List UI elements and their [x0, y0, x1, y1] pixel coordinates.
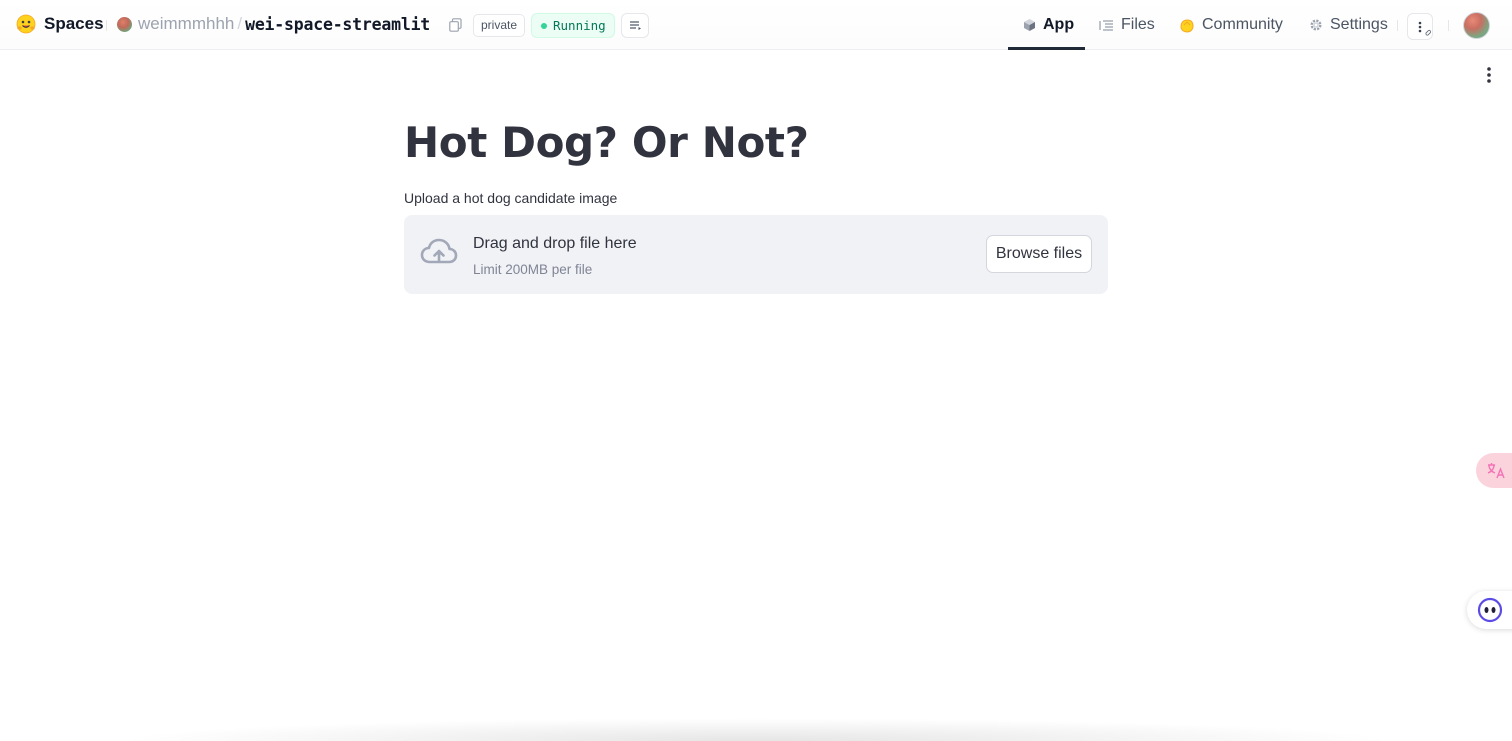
breadcrumb-separator: / [237, 14, 243, 33]
tab-files-label: Files [1121, 16, 1155, 33]
logs-button[interactable] [621, 13, 649, 38]
tab-app[interactable]: App [1023, 0, 1074, 50]
header-divider [1397, 20, 1398, 31]
header-divider [106, 20, 107, 31]
uploader-label: Upload a hot dog candidate image [404, 190, 618, 206]
tab-settings-label: Settings [1330, 16, 1388, 33]
translate-icon [1487, 462, 1505, 478]
translate-extension-button[interactable] [1476, 453, 1512, 488]
status-dot-icon [541, 22, 547, 29]
assistant-extension-button[interactable] [1467, 591, 1512, 629]
tab-app-label: App [1043, 16, 1075, 33]
cloud-upload-icon [420, 238, 458, 264]
app-menu-icon[interactable] [1483, 66, 1495, 84]
copy-icon[interactable] [449, 18, 462, 32]
assistant-bot-icon [1477, 597, 1503, 623]
dropzone-instructions: Drag and drop file here [473, 235, 637, 252]
huggingface-logo-icon [16, 14, 36, 34]
community-hand-icon [1180, 18, 1194, 33]
space-breadcrumb: weimmmhhh / wei-space-streamlit [117, 14, 430, 34]
bottom-shadow [110, 718, 1400, 741]
file-dropzone[interactable]: Drag and drop file here Limit 200MB per … [404, 215, 1108, 294]
files-icon [1099, 19, 1113, 31]
status-text: Running [553, 18, 606, 33]
more-vertical-icon [1418, 21, 1432, 36]
owner-avatar [117, 16, 132, 32]
header-divider [1448, 20, 1449, 31]
gear-icon [1310, 19, 1322, 31]
user-avatar[interactable] [1463, 12, 1490, 39]
top-navigation-bar: Spaces weimmmhhh / wei-space-streamlit p… [0, 0, 1512, 50]
tab-settings[interactable]: Settings [1309, 0, 1388, 50]
spaces-brand-link[interactable]: Spaces [16, 14, 104, 34]
page-title: Hot Dog? Or Not? [404, 118, 809, 167]
more-options-button[interactable] [1407, 13, 1433, 40]
brand-name: Spaces [44, 14, 104, 33]
space-name-link[interactable]: wei-space-streamlit [245, 15, 430, 34]
logs-icon [629, 21, 641, 30]
active-tab-indicator [1008, 47, 1085, 50]
status-badge[interactable]: Running [531, 13, 615, 38]
tab-community-label: Community [1202, 16, 1283, 33]
tab-community[interactable]: Community [1179, 0, 1283, 50]
tab-files[interactable]: Files [1099, 0, 1155, 50]
owner-link[interactable]: weimmmhhh [138, 14, 234, 34]
browse-files-button[interactable]: Browse files [986, 235, 1092, 273]
visibility-badge: private [473, 14, 526, 37]
file-size-limit: Limit 200MB per file [473, 262, 593, 277]
cube-icon [1024, 19, 1035, 31]
